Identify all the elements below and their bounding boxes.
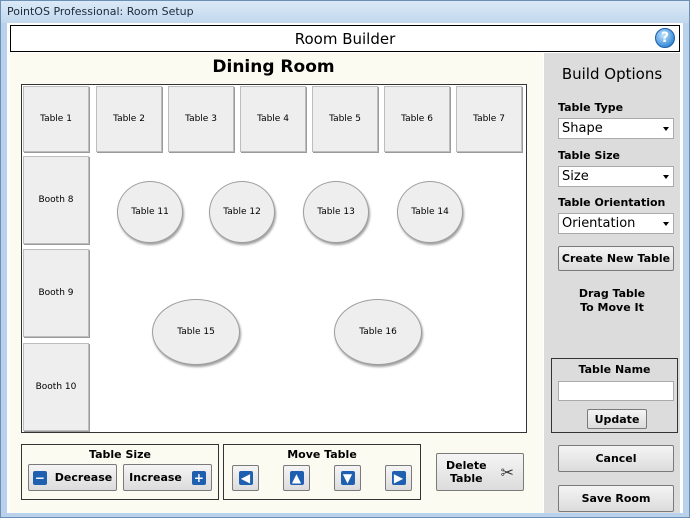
move-right-button[interactable]: ▶ <box>385 465 412 491</box>
table-size-label: Table Size <box>89 448 151 461</box>
table-label: Table 14 <box>411 207 449 217</box>
create-new-table-button[interactable]: Create New Table <box>558 246 674 271</box>
table-label: Table 6 <box>401 114 433 124</box>
table-4[interactable]: Table 4 <box>240 86 306 152</box>
table-size-select[interactable]: Size <box>558 166 674 187</box>
table-7[interactable]: Table 7 <box>456 86 522 152</box>
scissors-icon: ✂ <box>500 462 514 482</box>
build-options-panel: Build Options Table Type Shape Table Siz… <box>544 53 680 513</box>
minus-icon: − <box>32 470 47 485</box>
table-size-group: Table Size − Decrease Increase + <box>21 444 219 500</box>
table-label: Table 5 <box>329 114 361 124</box>
table-label: Table 11 <box>131 207 169 217</box>
table-name-label: Table Name <box>578 363 651 376</box>
chevron-down-icon <box>663 175 669 179</box>
arrow-right-icon: ▶ <box>391 471 406 485</box>
table-label: Booth 9 <box>38 288 74 298</box>
table-1[interactable]: Table 1 <box>23 86 89 152</box>
table-label: Table 13 <box>317 207 355 217</box>
help-icon[interactable]: ? <box>655 28 675 48</box>
chevron-down-icon <box>663 127 669 131</box>
table-label: Table 12 <box>223 207 261 217</box>
table-orientation-label: Table Orientation <box>558 196 666 209</box>
booth-8[interactable]: Booth 8 <box>23 156 89 244</box>
table-label: Table 1 <box>40 114 72 124</box>
table-type-select[interactable]: Shape <box>558 118 674 139</box>
arrow-left-icon: ◀ <box>238 471 253 485</box>
delete-line-1: Delete <box>446 459 487 472</box>
update-button[interactable]: Update <box>587 409 647 429</box>
delete-table-button[interactable]: Delete Table ✂ <box>436 453 524 491</box>
title-bar[interactable]: PointOS Professional: Room Setup <box>1 1 689 23</box>
room-area: Dining Room Table 1 Table 2 Table 3 Tabl… <box>10 53 543 513</box>
table-2[interactable]: Table 2 <box>96 86 162 152</box>
table-11[interactable]: Table 11 <box>117 181 183 243</box>
decrease-button[interactable]: − Decrease <box>28 464 117 491</box>
move-down-button[interactable]: ▼ <box>334 465 361 491</box>
chevron-down-icon <box>663 222 669 226</box>
table-name-group: Table Name Update <box>551 358 678 433</box>
table-label: Booth 8 <box>38 195 74 205</box>
table-type-label: Table Type <box>558 101 624 114</box>
drag-hint-line-1: Drag Table <box>578 287 646 300</box>
table-label: Table 16 <box>359 327 397 337</box>
room-title: Dining Room <box>212 57 335 77</box>
table-16[interactable]: Table 16 <box>334 299 422 365</box>
table-6[interactable]: Table 6 <box>384 86 450 152</box>
table-orientation-select[interactable]: Orientation <box>558 213 674 234</box>
floor-plan[interactable]: Table 1 Table 2 Table 3 Table 4 Table 5 … <box>21 84 527 433</box>
room-setup-window: PointOS Professional: Room Setup Room Bu… <box>0 0 690 518</box>
decrease-label: Decrease <box>54 471 113 484</box>
page-title: Room Builder <box>294 30 396 48</box>
plus-icon: + <box>191 470 206 485</box>
arrow-down-icon: ▼ <box>340 471 355 485</box>
table-13[interactable]: Table 13 <box>303 181 369 243</box>
build-options-title: Build Options <box>561 65 663 83</box>
table-label: Table 2 <box>113 114 145 124</box>
table-type-value: Shape <box>562 121 603 136</box>
table-14[interactable]: Table 14 <box>397 181 463 243</box>
table-size-value: Size <box>562 169 589 184</box>
table-label: Table 7 <box>473 114 505 124</box>
move-table-group: Move Table ◀ ▲ ▼ ▶ <box>223 444 421 500</box>
delete-line-2: Table <box>449 472 483 485</box>
table-5[interactable]: Table 5 <box>312 86 378 152</box>
drag-hint-line-2: To Move It <box>580 301 644 314</box>
table-size-option-label: Table Size <box>558 149 620 162</box>
client-area: Room Builder ? Dining Room Table 1 Table… <box>7 23 683 513</box>
table-name-input[interactable] <box>558 381 674 401</box>
header-bar: Room Builder ? <box>10 25 680 52</box>
delete-table-label: Delete Table <box>446 459 487 485</box>
increase-label: Increase <box>129 471 182 484</box>
arrow-up-icon: ▲ <box>289 471 304 485</box>
move-table-label: Move Table <box>287 448 357 461</box>
table-orientation-value: Orientation <box>562 216 636 231</box>
table-label: Booth 10 <box>35 382 77 392</box>
table-label: Table 3 <box>185 114 217 124</box>
booth-10[interactable]: Booth 10 <box>23 343 89 431</box>
increase-button[interactable]: Increase + <box>123 464 212 491</box>
table-label: Table 4 <box>257 114 289 124</box>
booth-9[interactable]: Booth 9 <box>23 249 89 337</box>
table-label: Table 15 <box>177 327 215 337</box>
window-title: PointOS Professional: Room Setup <box>7 5 194 18</box>
move-left-button[interactable]: ◀ <box>232 465 259 491</box>
save-room-button[interactable]: Save Room <box>558 485 674 512</box>
move-up-button[interactable]: ▲ <box>283 465 310 491</box>
table-3[interactable]: Table 3 <box>168 86 234 152</box>
table-12[interactable]: Table 12 <box>209 181 275 243</box>
cancel-button[interactable]: Cancel <box>558 445 674 472</box>
drag-hint: Drag Table To Move It <box>544 287 680 315</box>
table-15[interactable]: Table 15 <box>152 299 240 365</box>
